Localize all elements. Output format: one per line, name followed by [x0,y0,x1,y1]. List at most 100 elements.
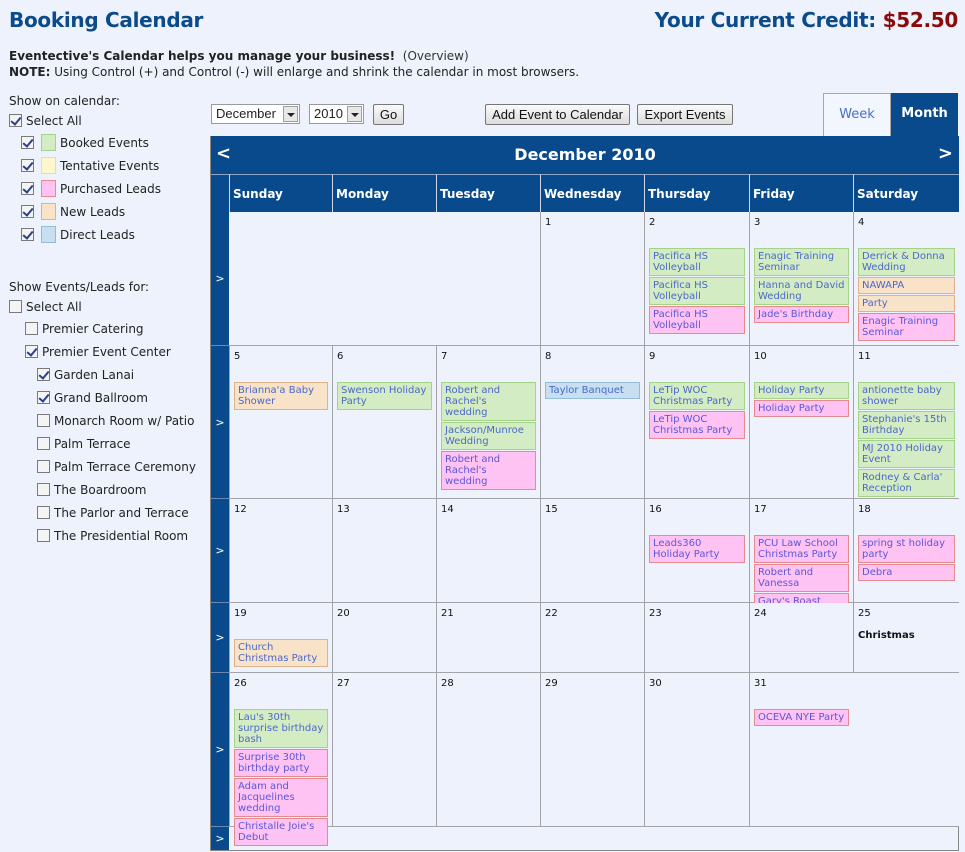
expand-week-button[interactable]: > [211,603,229,673]
venue-checkbox[interactable] [37,414,50,427]
event-item[interactable]: Debra [858,564,955,581]
calendar-day-cell[interactable]: 23 [644,603,749,673]
tab-week[interactable]: Week [823,93,891,136]
chevron-down-icon[interactable] [347,106,362,122]
event-item[interactable]: Robert and Rachel's wedding [441,451,536,490]
event-type-filter[interactable]: Direct Leads [9,223,209,246]
event-item[interactable]: Jade's Birthday [754,306,849,323]
calendar-day-cell[interactable]: 14 [436,499,540,603]
event-item[interactable]: Robert and Vanessa [754,564,849,592]
calendar-day-cell[interactable]: 26 Lau's 30th surprise birthday bash Surpr… [229,673,332,846]
event-type-checkbox[interactable] [21,205,34,218]
event-item[interactable]: Rodney & Carla' Reception [858,469,955,497]
calendar-day-cell[interactable]: 22 [540,603,644,673]
calendar-day-cell[interactable]: 3 Enagic Training Seminar Hanna and David … [749,212,853,346]
venue-filter[interactable]: Garden Lanai [9,363,209,386]
event-item[interactable]: Robert and Rachel's wedding [441,382,536,421]
event-item[interactable]: Pacifica HS Volleyball [649,248,745,276]
event-item[interactable]: Derrick & Donna Wedding [858,248,955,276]
event-type-checkbox[interactable] [21,159,34,172]
calendar-day-cell[interactable]: 27 [332,673,436,827]
venue-checkbox[interactable] [25,322,38,335]
event-item[interactable]: Surprise 30th birthday party [234,749,328,777]
expand-week-button[interactable]: > [211,827,229,850]
calendar-day-cell[interactable]: 5 Brianna'a Baby Shower [229,346,332,499]
venue-checkbox[interactable] [37,368,50,381]
calendar-day-cell[interactable]: 30 [644,673,749,827]
calendar-day-cell[interactable]: 17 PCU Law School Christmas Party Robert a… [749,499,853,610]
event-item[interactable]: Christalle Joie's Debut [234,818,328,846]
export-events-button[interactable]: Export Events [637,104,733,125]
event-item[interactable]: Holiday Party [754,400,849,417]
calendar-day-cell[interactable]: 19 Church Christmas Party [229,603,332,673]
event-item[interactable]: LeTip WOC Christmas Party [649,382,745,410]
calendar-day-cell[interactable] [332,212,436,346]
event-item[interactable]: Stephanie's 15th Birthday [858,411,955,439]
expand-week-button[interactable]: > [211,499,229,603]
calendar-day-cell[interactable]: 18 spring st holiday party Debra [853,499,959,603]
calendar-day-cell[interactable]: 7 Robert and Rachel's wedding Jackson/Munr… [436,346,540,499]
calendar-day-cell[interactable] [436,212,540,346]
venue-filter[interactable]: Premier Event Center [9,340,209,363]
event-item[interactable]: Party [858,295,955,312]
calendar-day-cell[interactable]: 21 [436,603,540,673]
event-type-checkbox[interactable] [21,136,34,149]
expand-week-button[interactable]: > [211,346,229,499]
calendar-day-cell[interactable]: 2 Pacifica HS Volleyball Pacifica HS Volle… [644,212,749,346]
event-item[interactable]: Brianna'a Baby Shower [234,382,328,410]
venue-checkbox[interactable] [37,506,50,519]
venue-filter[interactable]: The Parlor and Terrace [9,501,209,524]
venue-filter[interactable]: The Presidential Room [9,524,209,547]
event-type-filter[interactable]: New Leads [9,200,209,223]
event-item[interactable]: Pacifica HS Volleyball [649,306,745,334]
event-item[interactable]: Church Christmas Party [234,639,328,667]
calendar-day-cell[interactable]: 4 Derrick & Donna Wedding NAWAPA Party Enagi… [853,212,959,346]
event-type-checkbox[interactable] [21,228,34,241]
venue-filter[interactable]: The Boardroom [9,478,209,501]
chevron-down-icon[interactable] [283,106,298,122]
event-item[interactable]: Lau's 30th surprise birthday bash [234,709,328,748]
venue-checkbox[interactable] [37,460,50,473]
tab-month[interactable]: Month [891,93,958,136]
event-item[interactable]: NAWAPA [858,277,955,294]
calendar-day-cell[interactable]: 15 [540,499,644,603]
venue-filter[interactable]: Palm Terrace [9,432,209,455]
event-item[interactable]: Hanna and David Wedding [754,277,849,305]
venue-checkbox[interactable] [37,483,50,496]
calendar-day-cell[interactable] [229,212,332,346]
event-type-filter[interactable]: Purchased Leads [9,177,209,200]
event-item[interactable]: Adam and Jacquelines wedding [234,778,328,817]
calendar-day-cell[interactable]: 29 [540,673,644,827]
select-all-venues[interactable]: Select All [9,296,209,317]
calendar-day-cell[interactable]: 28 [436,673,540,827]
calendar-day-cell[interactable]: 31 OCEVA NYE Party [749,673,853,827]
expand-week-button[interactable]: > [211,212,229,346]
calendar-day-cell[interactable]: 13 [332,499,436,603]
event-item[interactable]: OCEVA NYE Party [754,709,849,726]
select-all-types-checkbox[interactable] [9,114,22,127]
venue-filter[interactable]: Grand Ballroom [9,386,209,409]
event-item[interactable]: spring st holiday party [858,535,955,563]
calendar-day-cell[interactable]: 6 Swenson Holiday Party [332,346,436,499]
event-item[interactable]: Jackson/Munroe Wedding [441,422,536,450]
venue-filter[interactable]: Palm Terrace Ceremony [9,455,209,478]
venue-filter[interactable]: Premier Catering [9,317,209,340]
event-type-filter[interactable]: Booked Events [9,131,209,154]
venue-filter[interactable]: Monarch Room w/ Patio [9,409,209,432]
add-event-button[interactable]: Add Event to Calendar [485,104,630,125]
overview-link[interactable]: (Overview) [403,49,469,63]
event-item[interactable]: LeTip WOC Christmas Party [649,411,745,439]
calendar-day-cell[interactable]: 12 [229,499,332,603]
event-item[interactable]: PCU Law School Christmas Party [754,535,849,563]
calendar-day-cell[interactable]: 25 Christmas [853,603,959,673]
event-item[interactable]: Leads360 Holiday Party [649,535,745,563]
calendar-day-cell[interactable]: 16 Leads360 Holiday Party [644,499,749,603]
month-select[interactable]: December [211,104,300,124]
select-all-venues-checkbox[interactable] [9,300,22,313]
calendar-day-cell[interactable]: 10 Holiday Party Holiday Party [749,346,853,499]
calendar-day-cell[interactable]: 9 LeTip WOC Christmas Party LeTip WOC Chri… [644,346,749,499]
event-type-filter[interactable]: Tentative Events [9,154,209,177]
go-button[interactable]: Go [373,104,404,125]
calendar-day-cell[interactable]: 11 antionette baby shower Stephanie's 15th… [853,346,959,499]
event-item[interactable]: MJ 2010 Holiday Event [858,440,955,468]
